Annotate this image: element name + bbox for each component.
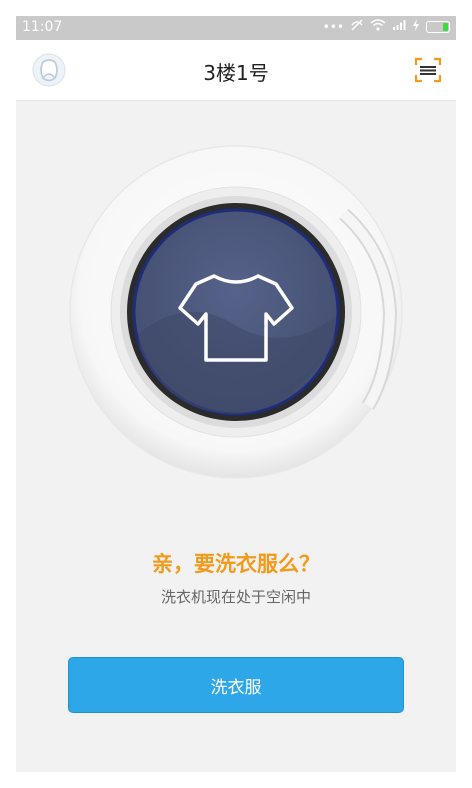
battery-icon (426, 20, 450, 33)
charging-icon (412, 19, 420, 34)
cellular-icon (392, 19, 406, 34)
status-icons: ••• (323, 19, 450, 34)
wifi-icon (370, 19, 386, 34)
machine-status-text: 洗衣机现在处于空闲中 (160, 588, 311, 606)
wash-clothes-button[interactable]: 洗衣服 (68, 657, 404, 713)
status-bar: 11:07 ••• (16, 16, 456, 40)
wash-prompt: 亲，要洗衣服么？ (152, 552, 320, 576)
signal-dots-icon: ••• (322, 19, 344, 34)
silent-icon (350, 19, 364, 34)
tshirt-icon (176, 264, 296, 364)
app-header: 3楼1号 (16, 40, 456, 101)
page-title: 3楼1号 (203, 61, 269, 85)
status-time: 11:07 (22, 19, 63, 35)
scan-icon[interactable] (414, 56, 442, 84)
phone-screen: 11:07 ••• 3楼1号 亲，要洗衣服么？ 洗衣机现在处于空闲中 洗衣服 (16, 16, 456, 772)
washing-machine-door[interactable] (68, 144, 404, 480)
